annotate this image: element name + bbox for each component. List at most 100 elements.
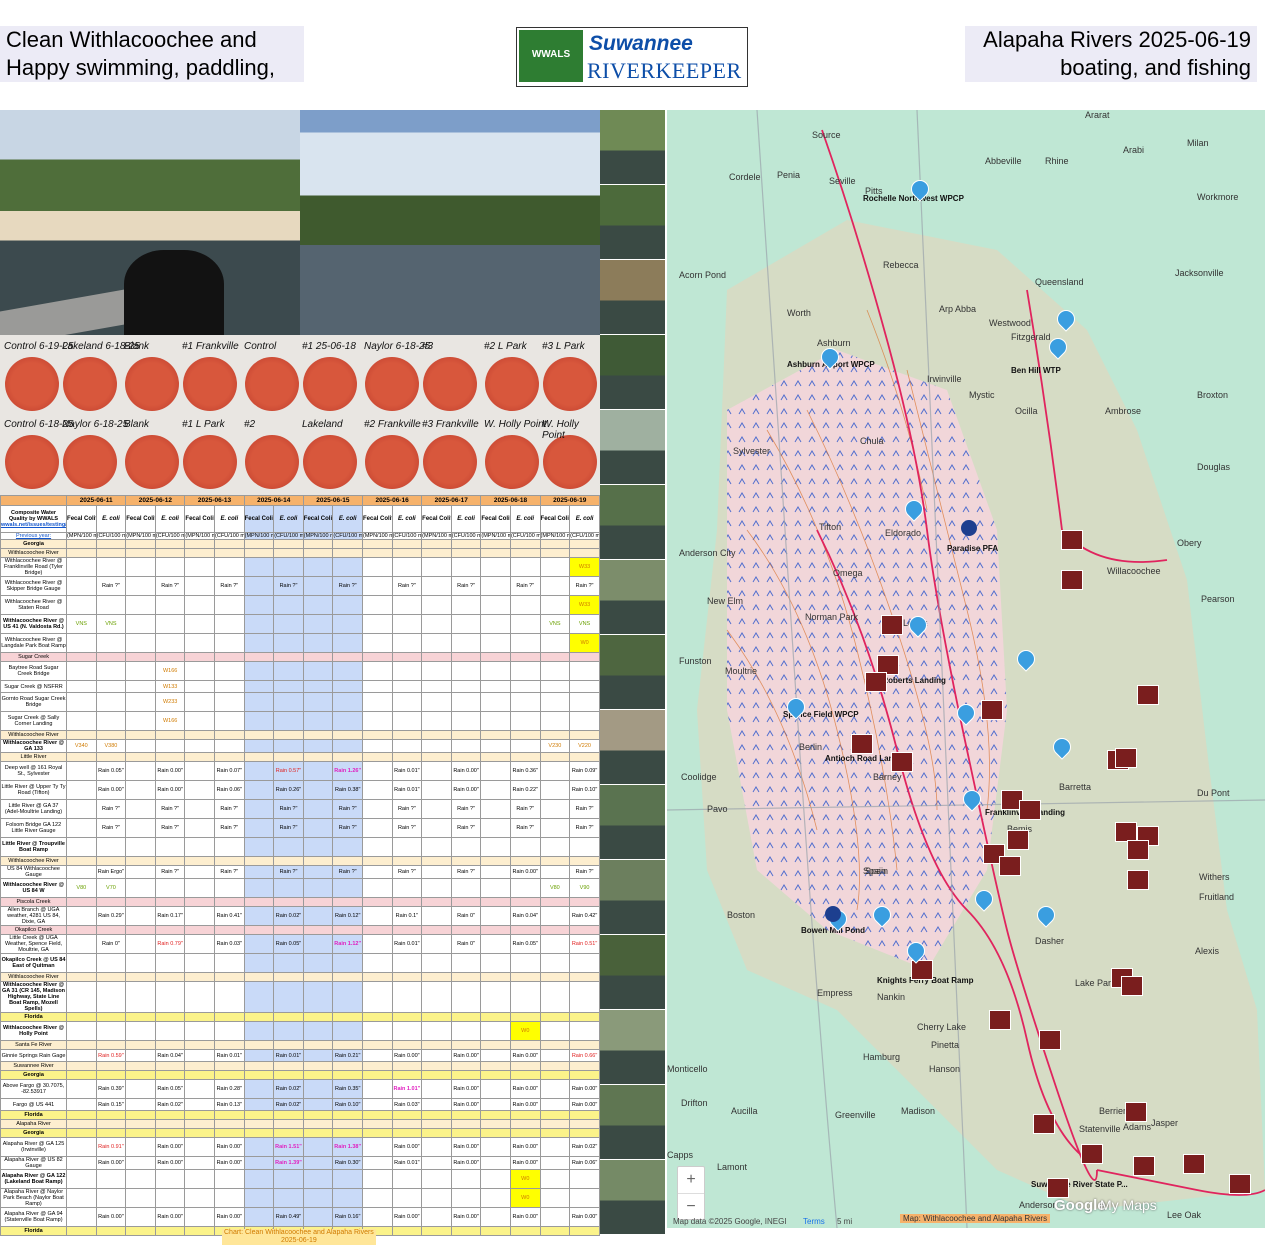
riverkeeper-logo[interactable]: WWALS Suwannee RIVERKEEPER [516,27,748,87]
pfas-site-icon[interactable] [825,906,841,922]
section-row: Florida [0,1110,600,1120]
river-map[interactable]: Source Cordele Penia Seville Pitts Rochelle N… [667,110,1265,1228]
date-header: 2025-06-17 [421,495,482,506]
photo-thumbnail[interactable] [600,560,665,634]
boat-ramp-icon[interactable] [1121,976,1143,996]
boat-ramp-icon[interactable] [891,752,913,772]
boat-ramp-icon[interactable] [989,1010,1011,1030]
map-place-label: Rhine [1045,156,1069,166]
pfas-site-icon[interactable] [961,520,977,536]
dish-label: Blank [124,341,150,352]
map-place-label: Lamont [717,1162,748,1172]
mymaps-logo: My Maps [1100,1197,1157,1213]
photo-thumbnail[interactable] [600,935,665,1009]
dish-label: #2 Frankville [364,419,421,430]
date-header: 2025-06-19 [539,495,600,506]
map-place-label: Ararat [1085,110,1110,120]
map-place-label: Eldorado [885,528,922,538]
zoom-in-button[interactable]: + [678,1167,704,1193]
photo-thumbnail[interactable] [600,110,665,184]
table-row: Fargo @ US 441 Rain 0.15" Rain 0.02" Rain 0… [0,1098,600,1111]
map-place-label: Anderson [1019,1200,1058,1210]
section-row: Alapaha River [0,1119,600,1129]
boat-ramp-icon[interactable] [1019,800,1041,820]
photo-thumbnail[interactable] [600,185,665,259]
header-left-line2: Happy swimming, paddling, [6,55,276,80]
map-place-label: Fruitland [1199,892,1235,902]
map-place-label: Suwannee River State P... [1031,1180,1128,1189]
boat-ramp-icon[interactable] [1125,1102,1147,1122]
photo-thumbnail[interactable] [600,335,665,409]
boat-ramp-icon[interactable] [981,700,1003,720]
photo-thumbnail[interactable] [600,1010,665,1084]
map-place-label: Worth [787,308,811,318]
boat-ramp-icon[interactable] [1081,1144,1103,1164]
photo-thumbnail[interactable] [600,1085,665,1159]
map-place-label: Hanson [929,1064,961,1074]
boat-ramp-icon[interactable] [1137,685,1159,705]
header-right-line1: Alapaha Rivers 2025-06-19 [983,27,1251,52]
river-photo-bridge-bucket[interactable] [0,110,300,335]
map-attribution: Map data ©2025 Google, INEGI [673,1217,787,1226]
table-row: Gornto Road Sugar Creek Bridge W233 [0,692,600,712]
boat-ramp-icon[interactable] [1133,1156,1155,1176]
boat-ramp-icon[interactable] [1183,1154,1205,1174]
boat-ramp-icon[interactable] [865,672,887,692]
boat-ramp-icon[interactable] [1039,1030,1061,1050]
section-row: Little River [0,752,600,762]
section-row: Suwannee River [0,1061,600,1071]
logo-suwannee: Suwannee [589,32,693,55]
boat-ramp-icon[interactable] [1115,748,1137,768]
sample-bucket [124,250,224,335]
map-place-label: Pinetta [931,1040,960,1050]
boat-ramp-icon[interactable] [1047,1178,1069,1198]
boat-ramp-icon[interactable] [881,615,903,635]
table-row: Withlacoochee River @ Franklinville Road… [0,557,600,577]
photo-thumbnail[interactable] [600,635,665,709]
date-header: 2025-06-16 [361,495,423,506]
dish-label: #2 [244,419,256,430]
photo-thumbnail[interactable] [600,485,665,559]
map-place-label: Milan [1187,138,1209,148]
boat-ramp-icon[interactable] [1061,530,1083,550]
photo-thumbnail[interactable] [600,710,665,784]
map-place-label: Arp Abba [939,304,977,314]
petri-dish [543,435,597,489]
boat-ramp-icon[interactable] [999,856,1021,876]
map-zoom-control[interactable]: + − [677,1166,705,1220]
boat-ramp-icon[interactable] [851,734,873,754]
terms-link[interactable]: Terms [803,1217,825,1226]
photo-thumbnail[interactable] [600,785,665,859]
boat-ramp-icon[interactable] [1033,1114,1055,1134]
map-place-label: Pearson [1201,594,1235,604]
boat-ramp-icon[interactable] [1127,870,1149,890]
table-row: Withlacoochee River @ Staten Road W33 [0,595,600,615]
date-header-row: 2025-06-11 2025-06-12 2025-06-13 2025-06-14… [0,495,600,506]
boat-ramp-icon[interactable] [1061,570,1083,590]
table-row: Withlacoochee River @ GA 31 (CR 145, Mad… [0,981,600,1013]
map-place-label: Berrien [1099,1106,1129,1116]
dish-label: W. Holly Point [484,419,547,430]
photo-thumbnail[interactable] [600,1160,665,1234]
boat-ramp-icon[interactable] [1007,830,1029,850]
map-place-label: Drifton [681,1098,708,1108]
testing-link[interactable]: wwals.net/issues/testing/ [2,522,66,528]
map-place-label: Broxton [1197,390,1229,400]
photo-thumbnail[interactable] [600,410,665,484]
boat-ramp-icon[interactable] [1127,840,1149,860]
map-place-label: Jacksonville [1175,268,1224,278]
table-row: Withlacoochee River @ Skipper Bridge Gau… [0,576,600,596]
petri-dish-photos[interactable]: Control 6-19-25 Lakeland 6-18-25 Control 6… [0,335,600,495]
table-row: Withlacoochee River @ Holly Point W0 [0,1021,600,1041]
map-place-label: Paradise PFA [947,544,999,553]
wwals-logo-icon: WWALS [519,30,583,82]
map-place-label: Sylvester [733,446,771,456]
map-place-label: Capps [667,1150,694,1160]
boat-ramp-icon[interactable] [1115,822,1137,842]
map-place-label: Coolidge [681,772,717,782]
date-header: 2025-06-15 [302,495,363,506]
photo-thumbnail[interactable] [600,860,665,934]
river-photo-wide[interactable] [300,110,600,335]
boat-ramp-icon[interactable] [1229,1174,1251,1194]
photo-thumbnail[interactable] [600,260,665,334]
